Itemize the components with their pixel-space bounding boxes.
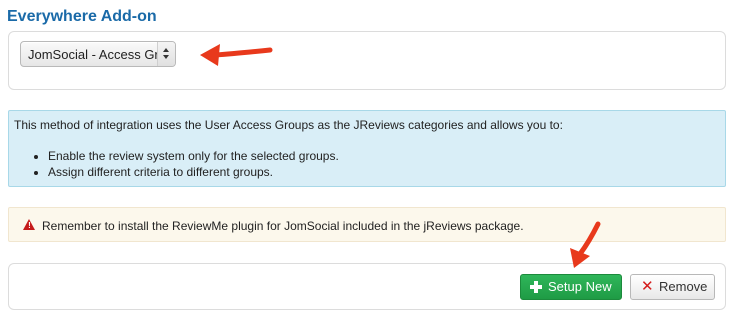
actions-panel: Setup New ✕ Remove [8,263,726,310]
select-arrows-icon [157,42,175,66]
remove-button[interactable]: ✕ Remove [630,274,715,300]
info-intro-text: This method of integration uses the User… [14,118,563,132]
x-icon: ✕ [641,278,654,295]
everywhere-addon-page: Everywhere Add-on JomSocial - Access Gro… [0,0,731,318]
warning-text: Remember to install the ReviewMe plugin … [42,219,524,233]
integration-info-box: This method of integration uses the User… [8,110,726,187]
setup-new-button[interactable]: Setup New [520,274,622,300]
addon-select[interactable]: JomSocial - Access Groups [20,41,176,67]
addon-select-value: JomSocial - Access Groups [28,47,168,62]
annotation-arrow-icon [570,221,601,268]
addon-select-panel: JomSocial - Access Groups [8,31,726,90]
warning-box: ! Remember to install the ReviewMe plugi… [8,207,726,242]
page-title: Everywhere Add-on [7,8,157,25]
list-item: Assign different criteria to different g… [48,164,339,180]
list-item: Enable the review system only for the se… [48,148,339,164]
info-list: Enable the review system only for the se… [9,148,339,180]
setup-new-label: Setup New [548,279,612,294]
annotation-arrow-icon [200,44,273,66]
plus-icon [530,281,542,293]
remove-label: Remove [659,279,708,294]
